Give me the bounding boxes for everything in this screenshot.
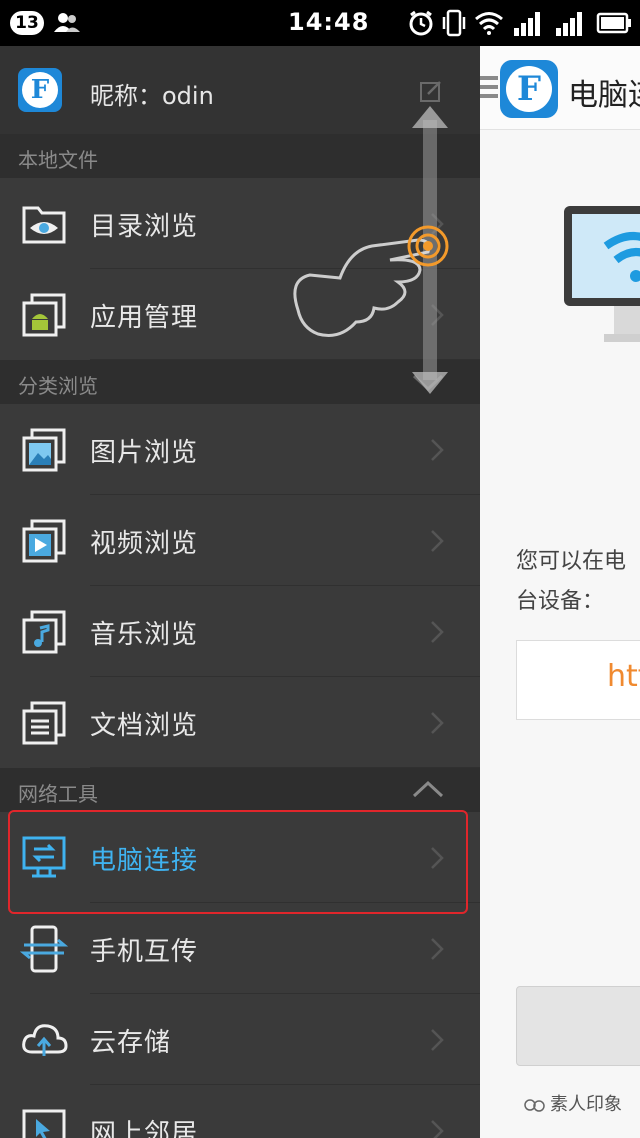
contacts-icon (54, 13, 80, 32)
status-icons (408, 8, 632, 38)
avatar: F (18, 68, 62, 112)
content-header: F 电脑连 (480, 46, 640, 130)
signal-1-icon (514, 12, 540, 36)
phone-transfer-icon (20, 925, 68, 973)
nickname: 昵称：odin (90, 82, 214, 110)
section-local-files[interactable]: 本地文件 (0, 134, 480, 178)
menu-item-video-browse[interactable]: 视频浏览 (0, 495, 480, 586)
alarm-icon (409, 10, 433, 36)
android-app-icon (22, 293, 66, 337)
profile-header[interactable]: F 昵称：odin (0, 46, 480, 134)
navigation-drawer: F 昵称：odin 本地文件 目录浏览 应用管理 分类浏览 图片浏览 视频浏览 … (0, 46, 480, 1138)
document-icon (22, 701, 66, 745)
status-bar: 13 14:48 (0, 0, 640, 46)
chevron-right-icon (431, 1029, 444, 1051)
chevron-right-icon (431, 621, 444, 643)
clock-time: 14:48 (288, 8, 370, 36)
menu-item-phone-transfer[interactable]: 手机互传 (0, 903, 480, 994)
menu-item-app-management[interactable]: 应用管理 (0, 269, 480, 360)
image-icon (22, 428, 66, 472)
cloud-upload-icon (22, 1024, 68, 1056)
chevron-right-icon (431, 938, 444, 960)
menu-item-cloud-storage[interactable]: 云存储 (0, 994, 480, 1085)
chevron-up-icon (412, 780, 444, 798)
network-neighbor-icon (22, 1109, 66, 1138)
wifi-icon (475, 12, 503, 35)
notification-count-badge: 13 (10, 11, 44, 35)
signal-2-icon (556, 12, 582, 36)
music-icon (22, 610, 66, 654)
menu-item-image-browse[interactable]: 图片浏览 (0, 404, 480, 495)
connect-description: 您可以在电 台设备： (516, 549, 627, 614)
battery-icon (596, 12, 631, 34)
menu-item-document-browse[interactable]: 文档浏览 (0, 677, 480, 768)
url-text: htt (607, 659, 640, 694)
chevron-right-icon (431, 304, 444, 326)
chevron-right-icon (431, 213, 444, 235)
video-icon (22, 519, 66, 563)
chevron-right-icon (431, 712, 444, 734)
start-service-button[interactable] (516, 986, 640, 1066)
wechat-icon (524, 1099, 545, 1112)
chevron-right-icon (431, 439, 444, 461)
menu-item-network-neighbor[interactable]: 网上邻居 (0, 1085, 480, 1138)
monitor-wifi-icon (564, 206, 640, 342)
chevron-down-icon (412, 374, 444, 392)
watermark: 素人印象 (524, 1090, 622, 1116)
page-title: 电脑连 (568, 78, 640, 113)
highlight-annotation (8, 810, 468, 914)
menu-icon[interactable] (480, 76, 498, 102)
section-network-tools[interactable]: 网络工具 (0, 768, 480, 812)
menu-item-music-browse[interactable]: 音乐浏览 (0, 586, 480, 677)
url-display[interactable]: htt (516, 640, 640, 720)
section-category-browse[interactable]: 分类浏览 (0, 360, 480, 404)
chevron-right-icon (431, 1120, 444, 1138)
menu-item-directory-browse[interactable]: 目录浏览 (0, 178, 480, 269)
app-logo-icon: F (500, 60, 558, 118)
pc-connect-screen: F 电脑连 您可以在电 台设备： htt 素人印象 (480, 46, 640, 1138)
chevron-right-icon (431, 530, 444, 552)
folder-eye-icon (22, 206, 66, 244)
vibrate-icon (442, 9, 466, 37)
edit-icon[interactable] (420, 80, 442, 102)
